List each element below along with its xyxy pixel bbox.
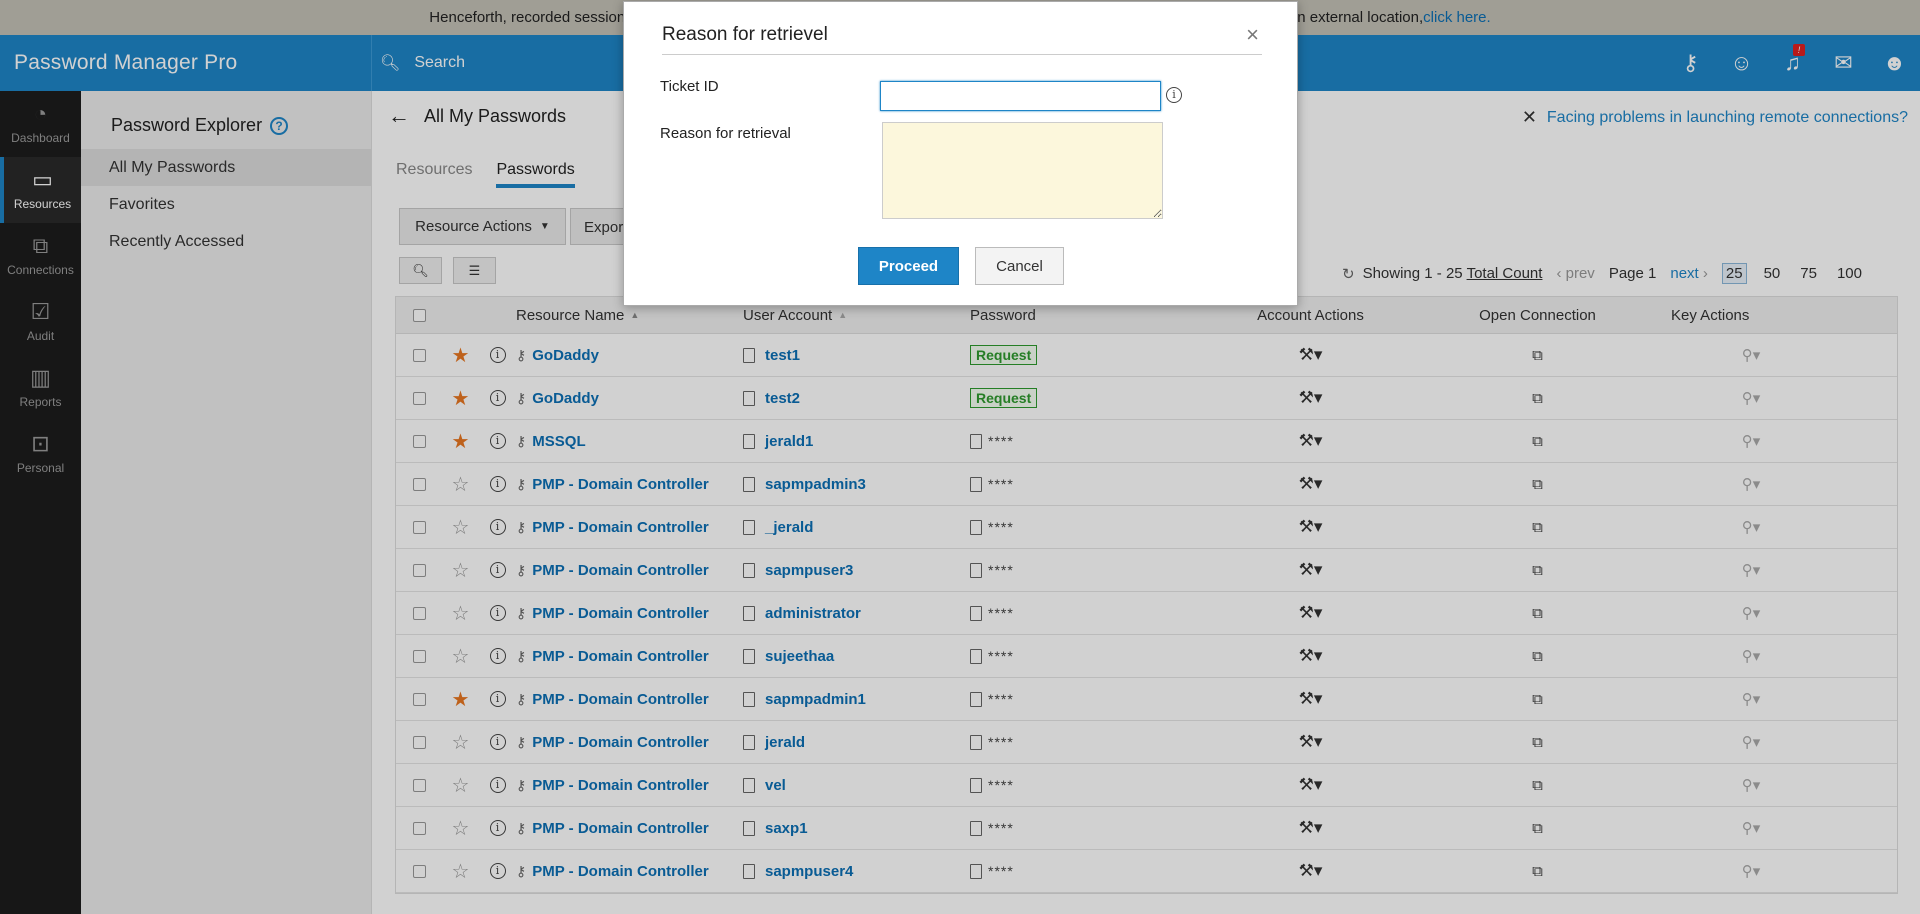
ticket-id-label: Ticket ID (660, 78, 719, 95)
proceed-button[interactable]: Proceed (858, 247, 959, 285)
info-icon[interactable]: i (1166, 87, 1182, 103)
cancel-button[interactable]: Cancel (975, 247, 1064, 285)
reason-label: Reason for retrieval (660, 125, 791, 142)
dialog-divider (662, 54, 1262, 55)
reason-textarea[interactable] (882, 122, 1163, 219)
dialog-title: Reason for retrievel (662, 24, 828, 45)
reason-dialog: Reason for retrievel × Ticket ID i Reaso… (623, 1, 1298, 306)
ticket-id-input[interactable] (880, 81, 1161, 111)
close-icon[interactable]: × (1246, 22, 1259, 48)
